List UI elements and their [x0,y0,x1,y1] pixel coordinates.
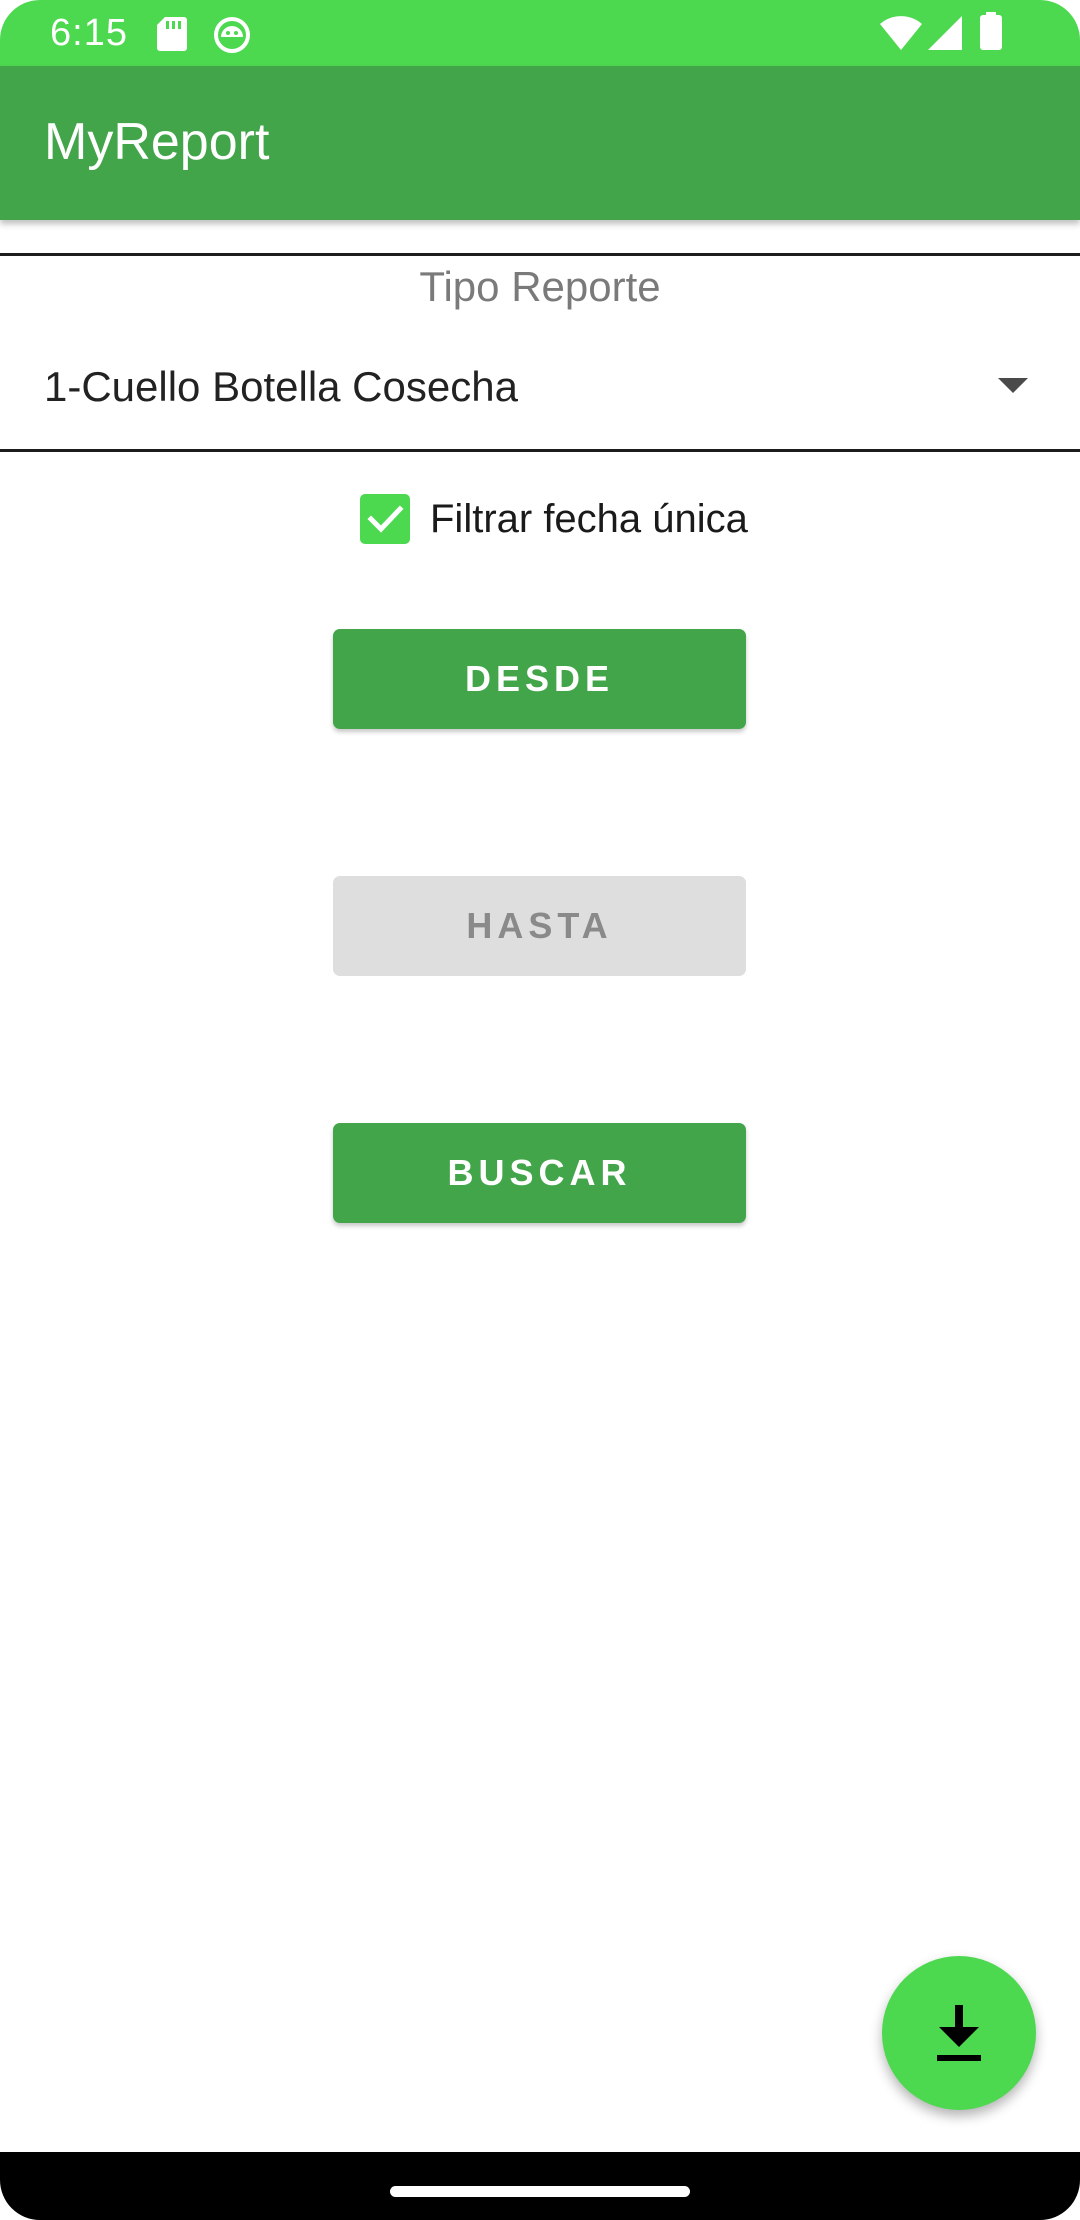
android-debug-icon [213,16,251,59]
checkbox-checked-icon [360,494,410,544]
battery-icon [980,12,1002,55]
divider-bottom [0,449,1080,452]
app-bar: MyReport [0,66,1080,220]
download-button[interactable] [882,1956,1036,2110]
status-time: 6:15 [50,12,128,54]
sd-card-icon [157,17,187,56]
app-title: MyReport [44,113,270,171]
status-bar: 6:15 [0,0,1080,66]
cell-signal-icon [928,16,962,55]
desde-button[interactable]: DESDE [333,629,746,729]
report-type-dropdown[interactable]: 1-Cuello Botella Cosecha [0,340,1080,440]
single-date-filter-label: Filtrar fecha única [430,497,748,541]
report-type-selected: 1-Cuello Botella Cosecha [44,363,518,410]
report-type-label: Tipo Reporte [419,263,661,310]
wifi-icon [880,16,922,55]
divider-top [0,253,1080,256]
buscar-button[interactable]: BUSCAR [333,1123,746,1223]
navigation-bar [0,2152,1080,2220]
download-icon [937,2005,981,2061]
home-gesture-handle[interactable] [390,2186,690,2197]
hasta-button[interactable]: HASTA [333,876,746,976]
dropdown-arrow-icon [998,378,1028,393]
